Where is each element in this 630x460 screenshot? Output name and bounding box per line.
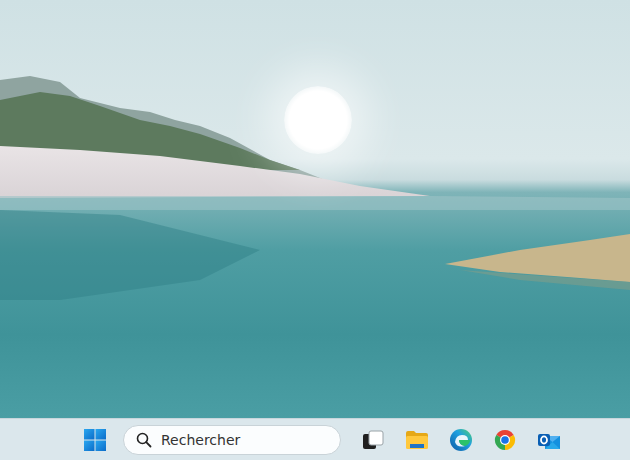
search-placeholder: Rechercher xyxy=(161,432,240,448)
chrome-logo-icon xyxy=(493,428,517,452)
task-view-icon xyxy=(361,428,385,452)
search-box[interactable]: Rechercher xyxy=(123,425,341,455)
chrome-button[interactable] xyxy=(487,422,523,458)
start-button[interactable] xyxy=(77,422,113,458)
task-view-button[interactable] xyxy=(355,422,391,458)
landscape xyxy=(0,0,630,418)
magnifier-icon xyxy=(136,432,152,448)
edge-logo-icon xyxy=(449,428,473,452)
file-explorer-button[interactable] xyxy=(399,422,435,458)
taskbar: Rechercher xyxy=(0,418,630,460)
windows-logo-icon xyxy=(83,428,107,452)
outlook-logo-icon xyxy=(537,428,561,452)
sun xyxy=(284,86,352,154)
desktop-wallpaper xyxy=(0,0,630,418)
edge-button[interactable] xyxy=(443,422,479,458)
folder-icon xyxy=(405,428,429,452)
outlook-button[interactable] xyxy=(531,422,567,458)
